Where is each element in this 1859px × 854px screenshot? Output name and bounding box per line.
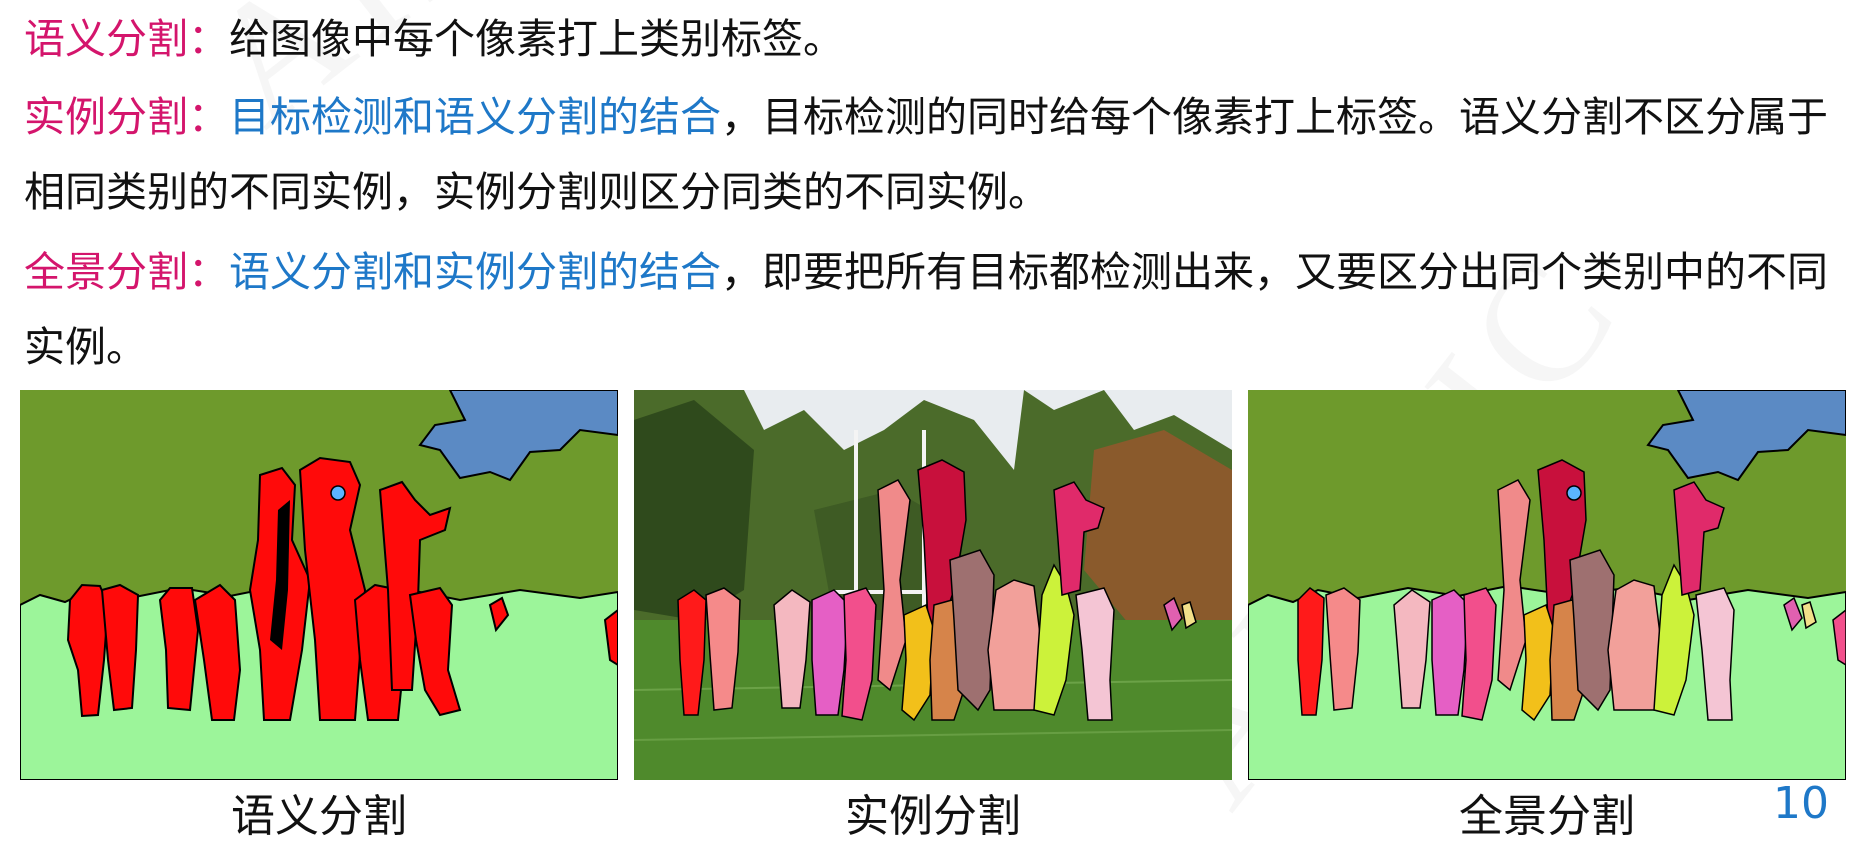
figure-caption: 语义分割 <box>231 791 407 842</box>
definition-instance: 实例分割：目标检测和语义分割的结合，目标检测的同时给每个像素打上标签。语义分割不… <box>24 80 1842 230</box>
definition-panoptic: 全景分割：语义分割和实例分割的结合，即要把所有目标都检测出来，又要区分出同个类别… <box>24 235 1842 385</box>
highlight-text: 语义分割和实例分割的结合 <box>229 248 721 296</box>
figure-caption: 实例分割 <box>845 791 1021 842</box>
panoptic-segmentation-image <box>1248 390 1846 780</box>
highlight-text: 目标检测和语义分割的结合 <box>229 93 721 141</box>
term-label: 实例分割： <box>24 93 229 141</box>
definition-text: 给图像中每个像素打上类别标签。 <box>229 15 844 63</box>
figure-caption: 全景分割 <box>1459 791 1635 842</box>
term-label: 语义分割： <box>24 15 229 63</box>
term-label: 全景分割： <box>24 248 229 296</box>
page-number: 10 <box>1773 778 1829 829</box>
definition-semantic: 语义分割：给图像中每个像素打上类别标签。 <box>24 2 1842 77</box>
semantic-segmentation-image <box>20 390 618 780</box>
instance-segmentation-image <box>634 390 1232 780</box>
